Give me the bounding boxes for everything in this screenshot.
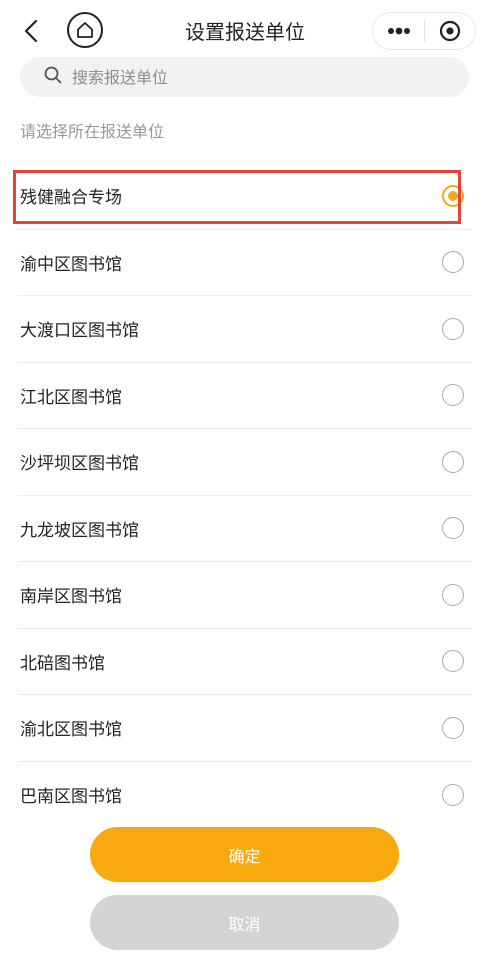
cancel-button[interactable]: 取消 <box>90 895 399 950</box>
radio-icon[interactable] <box>442 384 464 407</box>
unit-label: 北碚图书馆 <box>20 653 105 674</box>
unit-label: 残健融合专场 <box>20 188 122 209</box>
radio-icon[interactable] <box>442 716 464 739</box>
search-input[interactable] <box>72 67 432 87</box>
unit-item-7[interactable]: 北碚图书馆 <box>18 629 472 695</box>
target-close-icon[interactable] <box>425 13 475 49</box>
radio-icon[interactable] <box>442 317 464 340</box>
unit-label: 渝中区图书馆 <box>20 254 122 275</box>
mini-program-capsule <box>372 12 476 50</box>
unit-item-8[interactable]: 渝北区图书馆 <box>18 695 472 762</box>
home-icon[interactable] <box>67 12 103 48</box>
radio-icon[interactable] <box>442 450 464 473</box>
unit-item-4[interactable]: 沙坪坝区图书馆 <box>18 429 472 496</box>
unit-item-1[interactable]: 渝中区图书馆 <box>18 230 472 296</box>
more-dots-icon[interactable] <box>373 13 424 49</box>
chevron-left-icon[interactable] <box>18 16 44 46</box>
unit-label: 渝北区图书馆 <box>20 720 122 741</box>
radio-selected-icon[interactable] <box>442 184 464 207</box>
radio-icon[interactable] <box>442 650 464 673</box>
unit-label: 沙坪坝区图书馆 <box>20 454 139 475</box>
unit-item-2[interactable]: 大渡口区图书馆 <box>18 296 472 363</box>
unit-label: 南岸区图书馆 <box>20 587 122 608</box>
radio-icon[interactable] <box>442 783 464 806</box>
unit-label: 巴南区图书馆 <box>20 787 122 808</box>
unit-list: 残健融合专场 渝中区图书馆 大渡口区图书馆 江北区图书馆 沙坪坝区图书馆 九龙坡… <box>0 163 490 828</box>
search-bar[interactable] <box>20 57 469 97</box>
select-hint: 请选择所在报送单位 <box>20 122 165 141</box>
radio-icon[interactable] <box>442 517 464 540</box>
radio-icon[interactable] <box>442 251 464 274</box>
navigation-bar: 设置报送单位 <box>0 0 490 62</box>
unit-item-6[interactable]: 南岸区图书馆 <box>18 562 472 629</box>
search-icon <box>44 66 62 88</box>
unit-label: 九龙坡区图书馆 <box>20 520 139 541</box>
radio-icon[interactable] <box>442 583 464 606</box>
unit-item-9[interactable]: 巴南区图书馆 <box>18 762 472 829</box>
unit-label: 江北区图书馆 <box>20 387 122 408</box>
unit-item-0[interactable]: 残健融合专场 <box>18 163 472 230</box>
unit-item-3[interactable]: 江北区图书馆 <box>18 363 472 429</box>
unit-item-5[interactable]: 九龙坡区图书馆 <box>18 496 472 562</box>
confirm-button[interactable]: 确定 <box>90 827 399 882</box>
unit-label: 大渡口区图书馆 <box>20 321 139 342</box>
